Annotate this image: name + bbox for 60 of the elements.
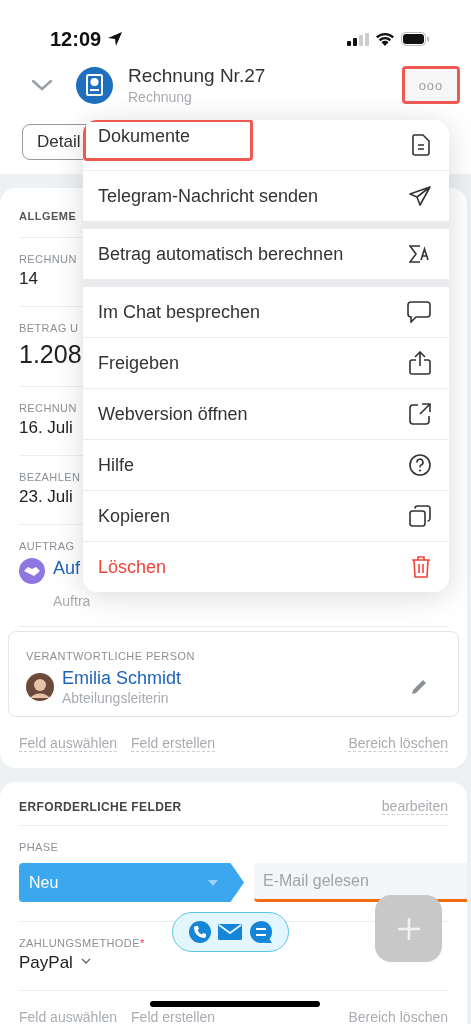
field-label: BETRAG U (19, 322, 79, 334)
section-title: ERFORDERLICHE FELDER (19, 799, 182, 814)
menu-item[interactable]: Betrag automatisch berechnen (83, 229, 449, 279)
chat-bubble-icon (407, 301, 431, 323)
share-icon (409, 351, 431, 375)
menu-item-label: Im Chat besprechen (98, 300, 261, 324)
menu-item-label: Betrag automatisch berechnen (98, 242, 344, 266)
invoice-icon (76, 66, 113, 104)
person-name[interactable]: Emilia Schmidt (62, 668, 182, 689)
field-label: PHASE (19, 841, 59, 853)
avatar-icon (26, 673, 54, 701)
caret-icon (208, 879, 218, 886)
copy-icon (409, 505, 431, 527)
field-value: 16. Juli (19, 418, 73, 438)
wifi-icon (375, 32, 395, 46)
person-role: Abteilungsleiterin (62, 690, 170, 706)
menu-item-label: Webversion öffnen (98, 402, 248, 426)
location-arrow-icon (107, 31, 124, 47)
plus-icon (396, 916, 421, 941)
status-time: 12:09 (50, 27, 102, 51)
battery-icon (401, 32, 429, 46)
menu-item[interactable]: Löschen (83, 542, 449, 592)
required-mark: * (139, 937, 145, 949)
field-label: ZAHLUNGSMETHODE* (19, 937, 145, 949)
field-label: RECHNUN (19, 253, 77, 265)
field-label: VERANTWORTLICHE PERSON (26, 650, 195, 662)
amount-value: 1.208 (19, 340, 82, 369)
menu-item-label: Freigeben (98, 351, 180, 375)
menu-item[interactable]: Hilfe (83, 440, 449, 491)
phone-icon[interactable] (188, 921, 211, 943)
menu-item-label: Löschen (98, 555, 167, 579)
field-label: BEZAHLEN (19, 471, 81, 483)
field-label: RECHNUN (19, 402, 77, 414)
field-value: 14 (19, 269, 38, 289)
external-link-icon (409, 403, 431, 425)
send-icon (409, 186, 431, 206)
menu-item-label: Kopieren (98, 504, 171, 528)
field-value: 23. Juli (19, 487, 73, 507)
pencil-icon[interactable] (410, 678, 428, 696)
record-title: Rechnung Nr.27 (128, 65, 266, 87)
mail-icon[interactable] (218, 923, 243, 941)
document-icon (411, 134, 431, 156)
trash-icon (411, 555, 431, 579)
signal-icon (347, 32, 369, 46)
menu-item[interactable]: Dokumente (83, 120, 449, 171)
menu-item[interactable]: Im Chat besprechen (83, 287, 449, 338)
record-type: Rechnung (128, 89, 193, 105)
field-label: AUFTRAG (19, 540, 75, 552)
order-type: Auftra (53, 593, 91, 609)
menu-item-label: Dokumente (83, 120, 254, 161)
chevron-down-icon (80, 958, 91, 964)
payment-value[interactable]: PayPal (19, 953, 73, 973)
chat-icon[interactable] (250, 921, 273, 943)
collapse-chevron-icon[interactable] (31, 78, 53, 92)
menu-item[interactable]: Kopieren (83, 491, 449, 542)
menu-item-label: Hilfe (98, 453, 134, 477)
sigma-icon (409, 244, 431, 264)
help-icon (409, 454, 431, 476)
menu-item[interactable]: Freigeben (83, 338, 449, 389)
menu-item[interactable]: Webversion öffnen (83, 389, 449, 440)
